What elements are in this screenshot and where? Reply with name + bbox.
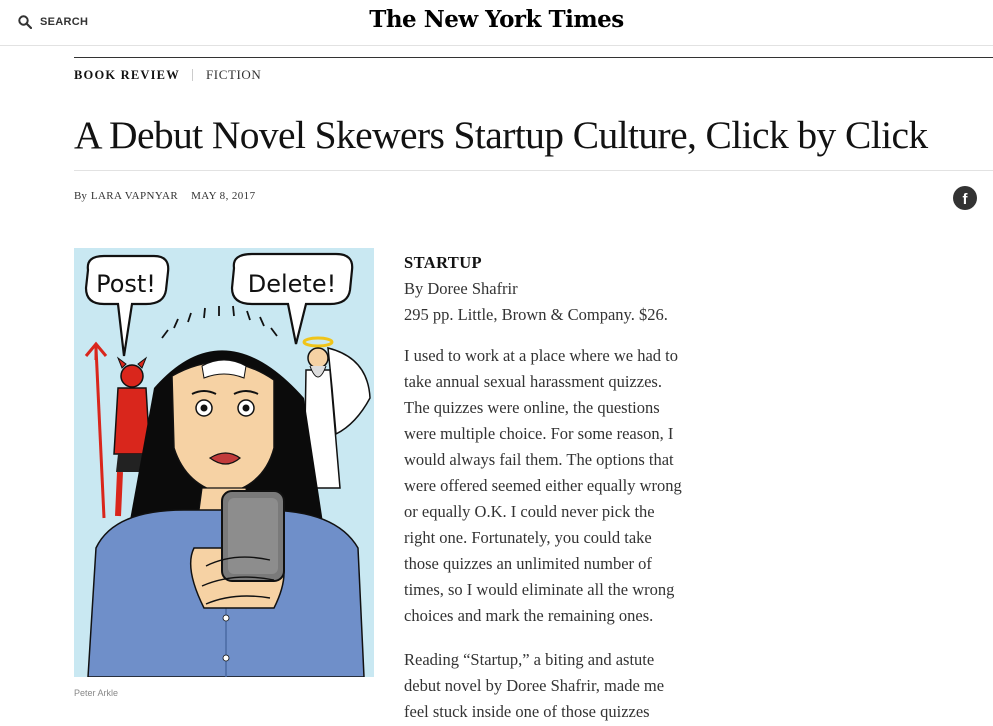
book-title: Startup: [404, 253, 483, 272]
paragraph-line: take annual sexual harassment quizzes.: [404, 372, 662, 391]
section-link[interactable]: Book Review: [74, 68, 180, 83]
book-info: Startup By Doree Shafrir 295 pp. Little,…: [404, 250, 668, 328]
paragraph-line: those quizzes an unlimited number of: [404, 554, 652, 573]
book-details: 295 pp. Little, Brown & Company. $26.: [404, 305, 668, 324]
paragraph-line: feel stuck inside one of those quizzes: [404, 702, 650, 721]
headline-rule: [74, 170, 993, 171]
article-paragraph: I used to work at a place where we had t…: [404, 343, 724, 629]
kicker-divider: [191, 69, 193, 81]
facebook-icon: f: [962, 190, 968, 208]
article-headline: A Debut Novel Skewers Startup Culture, C…: [74, 113, 928, 157]
bubble-post-text: Post!: [96, 270, 156, 298]
paragraph-line: debut novel by Doree Shafrir, made me: [404, 676, 665, 695]
article-illustration: Post! Delete!: [74, 248, 374, 677]
paragraph-line: were offered seemed either equally wrong: [404, 476, 682, 495]
image-credit: Peter Arkle: [74, 688, 119, 698]
top-bar: SEARCH The New York Times: [0, 0, 993, 46]
bubble-delete-text: Delete!: [248, 270, 336, 298]
article-paragraph: Reading “Startup,” a biting and astute d…: [404, 647, 724, 725]
facebook-share-button[interactable]: f: [953, 186, 977, 210]
subsection-link[interactable]: Fiction: [206, 67, 261, 83]
paragraph-line: would always fail them. The options that: [404, 450, 674, 469]
paragraph-line: or equally O.K. I could never pick the: [404, 502, 655, 521]
publish-date: May 8, 2017: [191, 190, 256, 202]
paragraph-line: Reading “Startup,” a biting and astute: [404, 650, 655, 669]
paragraph-line: right one. Fortunately, you could take: [404, 528, 652, 547]
paragraph-line: The quizzes were online, the questions: [404, 398, 660, 417]
author-link[interactable]: Lara Vapnyar: [91, 190, 178, 202]
masthead-logo[interactable]: The New York Times: [0, 6, 993, 33]
paragraph-line: I used to work at a place where we had t…: [404, 346, 678, 365]
illustration-art: Post! Delete!: [84, 252, 371, 677]
paragraph-line: were multiple choice. For some reason, I: [404, 424, 674, 443]
byline: By Lara Vapnyar May 8, 2017: [74, 190, 255, 202]
kicker: Book Review Fiction: [74, 67, 261, 83]
top-rule: [74, 57, 993, 58]
paragraph-line: times, so I would eliminate all the wron…: [404, 580, 675, 599]
byline-prefix: By: [74, 190, 87, 202]
book-author: By Doree Shafrir: [404, 279, 518, 298]
paragraph-line: choices and mark the remaining ones.: [404, 606, 654, 625]
